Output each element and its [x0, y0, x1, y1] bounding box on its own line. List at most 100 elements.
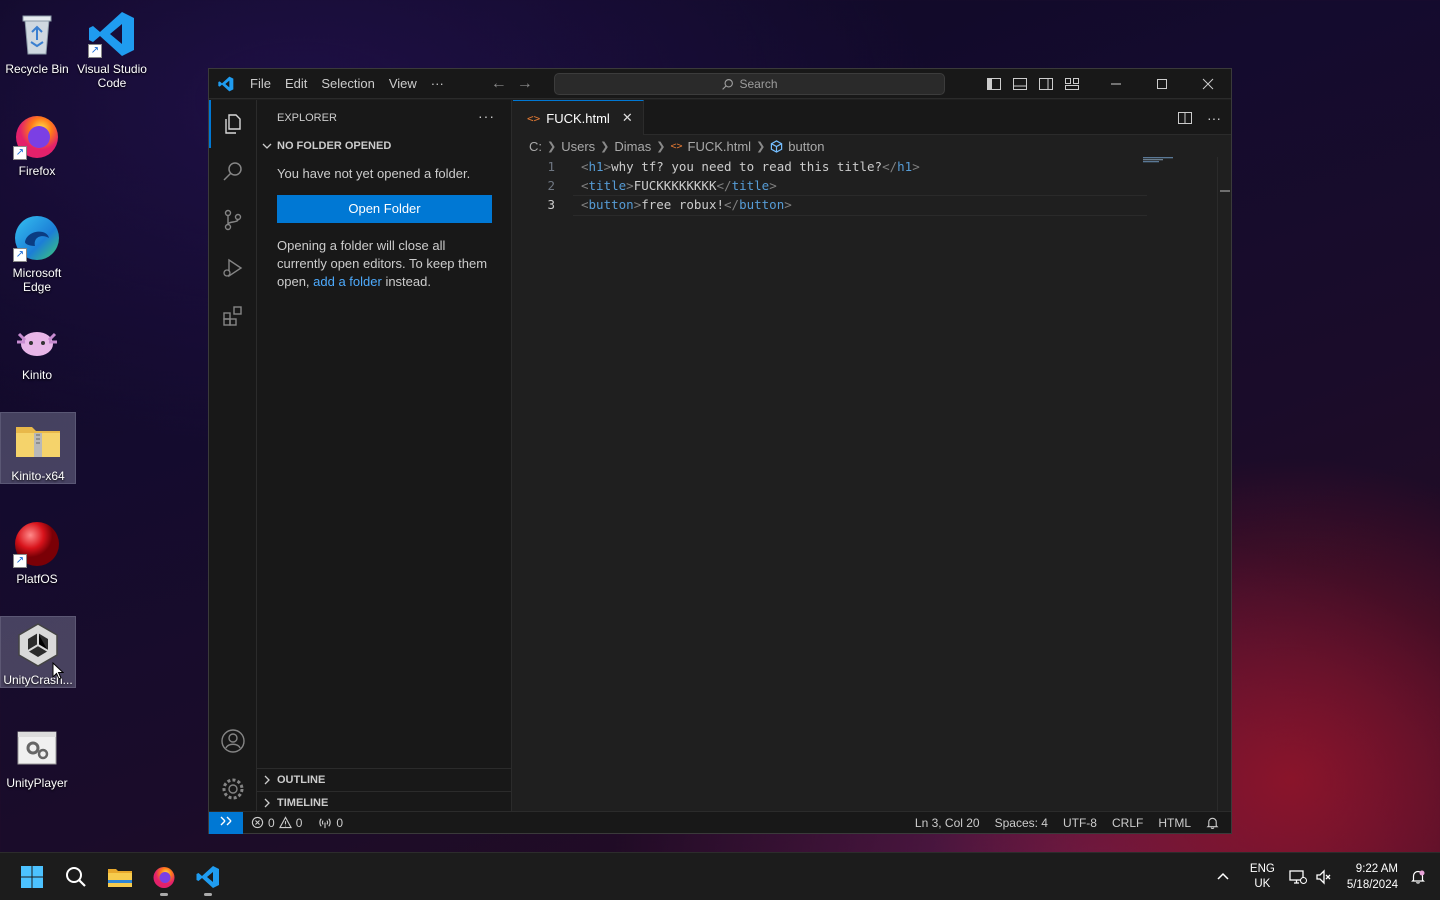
command-center-search[interactable]: Search [554, 73, 945, 95]
open-folder-info: Opening a folder will close all currentl… [277, 237, 491, 291]
start-button[interactable] [10, 857, 54, 897]
system-tray: ENG UK 9:22 AM 5/18/2024 [1216, 853, 1440, 900]
desktop-icon-kinito-x64[interactable]: Kinito-x64 [0, 412, 76, 484]
extensions-icon [223, 306, 242, 326]
desktop-icon-vscode[interactable]: ↗ Visual Studio Code [75, 6, 149, 90]
taskbar-file-explorer[interactable] [98, 857, 142, 897]
activity-run-debug[interactable] [209, 244, 257, 292]
add-folder-link[interactable]: add a folder [313, 274, 382, 289]
desktop-icon-edge[interactable]: ↗ Microsoft Edge [0, 210, 74, 294]
gear-file-icon [13, 724, 61, 772]
activity-bar [209, 100, 257, 813]
editor-area: <> FUCK.html ✕ ··· C: ❯ Users ❯ Dimas ❯ … [513, 100, 1231, 813]
no-folder-section[interactable]: NO FOLDER OPENED [257, 135, 511, 157]
activity-manage[interactable] [209, 765, 257, 813]
close-tab-icon[interactable]: ✕ [622, 110, 633, 126]
vscode-window: File Edit Selection View ··· ← → Search [208, 68, 1232, 834]
input-language[interactable]: ENG UK [1250, 862, 1275, 892]
axolotl-icon [13, 316, 61, 364]
bell-icon[interactable] [1206, 816, 1219, 830]
breadcrumb-users[interactable]: Users [561, 139, 595, 154]
timeline-section[interactable]: TIMELINE [257, 791, 511, 813]
html-file-icon: <> [670, 140, 683, 152]
desktop-icon-firefox[interactable]: ↗ Firefox [0, 108, 74, 178]
open-folder-button[interactable]: Open Folder [277, 195, 492, 223]
desktop-icon-recycle-bin[interactable]: Recycle Bin [0, 6, 74, 76]
problems-indicator[interactable]: 0 0 0 [243, 816, 343, 830]
chevron-up-icon[interactable] [1216, 870, 1230, 884]
remote-indicator[interactable] [209, 811, 243, 834]
activity-search[interactable] [209, 148, 257, 196]
breadcrumb-symbol[interactable]: button [788, 139, 824, 154]
shortcut-arrow-icon: ↗ [88, 44, 102, 58]
taskbar-vscode[interactable] [186, 857, 230, 897]
activity-accounts[interactable] [209, 717, 257, 765]
taskbar-search-button[interactable] [54, 857, 98, 897]
code-editor[interactable]: 1 <h1>why tf? you need to read this titl… [513, 157, 1231, 216]
activity-explorer[interactable] [209, 100, 257, 148]
notification-bell-icon[interactable] [1410, 869, 1426, 885]
desktop-icon-label: Microsoft Edge [12, 266, 62, 294]
breadcrumb-dimas[interactable]: Dimas [614, 139, 651, 154]
toggle-panel-icon[interactable] [1007, 69, 1033, 99]
volume-muted-icon[interactable] [1315, 869, 1333, 885]
tab-fuck-html[interactable]: <> FUCK.html ✕ [513, 100, 644, 135]
outline-title: OUTLINE [277, 774, 326, 786]
taskbar-firefox[interactable] [142, 857, 186, 897]
clock-date: 5/18/2024 [1346, 879, 1398, 891]
ports-count: 0 [336, 815, 344, 830]
back-arrow-icon[interactable]: ← [491, 75, 507, 93]
desktop-icon-unityplayer[interactable]: UnityPlayer [0, 720, 74, 790]
outline-section[interactable]: OUTLINE [257, 769, 511, 791]
vscode-icon: ↗ [88, 10, 136, 58]
warning-icon [278, 816, 292, 829]
close-tag: h1 [897, 159, 913, 174]
error-icon [251, 816, 264, 829]
minimap[interactable] [1143, 157, 1189, 163]
close-icon [1202, 78, 1214, 90]
network-icon[interactable] [1289, 869, 1307, 885]
minimize-button[interactable] [1093, 69, 1139, 99]
line-text: FUCKKKKKKKK [633, 178, 717, 193]
region-code: UK [1254, 878, 1271, 890]
menu-selection[interactable]: Selection [314, 76, 381, 91]
menu-more[interactable]: ··· [424, 76, 451, 91]
toggle-primary-sidebar-icon[interactable] [981, 69, 1007, 99]
chevron-right-icon: ❯ [756, 140, 766, 153]
split-editor-icon[interactable] [1177, 110, 1193, 126]
toggle-secondary-sidebar-icon[interactable] [1033, 69, 1059, 99]
breadcrumb-file[interactable]: FUCK.html [688, 139, 752, 154]
tab-bar: <> FUCK.html ✕ ··· [513, 100, 1231, 135]
line-endings[interactable]: CRLF [1112, 816, 1143, 830]
maximize-button[interactable] [1139, 69, 1185, 99]
forward-arrow-icon[interactable]: → [517, 75, 533, 93]
encoding[interactable]: UTF-8 [1063, 816, 1097, 830]
activity-source-control[interactable] [209, 196, 257, 244]
desktop-icon-kinito[interactable]: Kinito [0, 312, 74, 382]
mouse-cursor-icon [52, 662, 64, 680]
cursor-position[interactable]: Ln 3, Col 20 [915, 816, 980, 830]
menu-file[interactable]: File [243, 76, 278, 91]
line-number: 3 [547, 197, 555, 212]
editor-scrollbar[interactable] [1217, 157, 1231, 813]
chevron-right-icon: ❯ [547, 140, 557, 153]
more-actions-icon[interactable]: ··· [1207, 110, 1221, 126]
clock-time: 9:22 AM [1355, 863, 1398, 875]
indentation[interactable]: Spaces: 4 [995, 816, 1048, 830]
breadcrumb-drive[interactable]: C: [529, 139, 542, 154]
chevron-right-icon [264, 775, 270, 785]
menu-view[interactable]: View [382, 76, 424, 91]
customize-layout-icon[interactable] [1059, 69, 1085, 99]
explorer-more-actions[interactable]: ··· [478, 108, 495, 124]
language-mode[interactable]: HTML [1158, 816, 1191, 830]
gear-icon [222, 778, 244, 800]
clock[interactable]: 9:22 AM 5/18/2024 [1347, 861, 1398, 893]
activity-extensions[interactable] [209, 292, 257, 340]
menu-edit[interactable]: Edit [278, 76, 314, 91]
search-icon [223, 162, 242, 181]
minimize-icon [1111, 83, 1121, 85]
chevron-down-icon [262, 143, 272, 149]
desktop-icon-platfos[interactable]: ↗ PlatfOS [0, 516, 74, 586]
chevron-right-icon: ❯ [600, 140, 610, 153]
close-window-button[interactable] [1185, 69, 1231, 99]
